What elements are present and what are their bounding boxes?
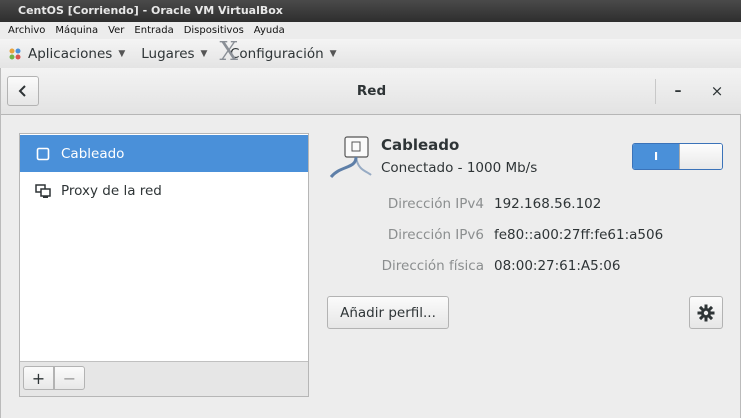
gnome-top-panel: Aplicaciones ▼ Lugares ▼ X Configuración…: [0, 37, 741, 69]
places-label: Lugares: [141, 45, 195, 62]
applications-menu[interactable]: Aplicaciones ▼: [0, 46, 125, 62]
gear-icon: [697, 304, 715, 321]
add-profile-button[interactable]: Añadir perfil...: [327, 296, 449, 329]
device-status: Conectado - 1000 Mb/s: [381, 160, 538, 176]
settings-label: Configuración: [229, 45, 324, 62]
window-title: Red: [356, 83, 387, 99]
toggle-knob: [679, 144, 722, 169]
sidebar-item-proxy[interactable]: Proxy de la red: [20, 172, 308, 209]
ethernet-cable-icon: [329, 136, 372, 179]
menu-maquina[interactable]: Máquina: [55, 25, 98, 36]
wired-network-icon: [35, 146, 51, 162]
menu-ver[interactable]: Ver: [108, 25, 124, 36]
mac-address-value: 08:00:27:61:A5:06: [494, 258, 621, 274]
sidebar-item-label: Proxy de la red: [61, 182, 162, 199]
menu-entrada[interactable]: Entrada: [134, 25, 173, 36]
settings-app-menu[interactable]: X Configuración ▼: [219, 37, 337, 69]
menu-ayuda[interactable]: Ayuda: [254, 25, 285, 36]
ipv4-label: Dirección IPv4: [387, 196, 484, 212]
header-bar: Red – ×: [1, 68, 741, 115]
settings-button[interactable]: [689, 296, 723, 329]
connection-toggle[interactable]: I: [632, 143, 723, 170]
ipv6-value: fe80::a00:27ff:fe61:a506: [494, 227, 664, 243]
toggle-on-indicator: I: [633, 144, 679, 169]
sidebar-item-wired[interactable]: Cableado: [20, 135, 308, 172]
ipv4-value: 192.168.56.102: [494, 196, 602, 212]
chevron-down-icon: ▼: [200, 48, 208, 59]
x-logo-icon: X: [219, 36, 238, 67]
chevron-down-icon: ▼: [329, 48, 337, 59]
places-menu[interactable]: Lugares ▼: [141, 46, 207, 62]
sidebar-item-label: Cableado: [61, 145, 125, 162]
header-separator: [655, 79, 656, 104]
applications-icon: [8, 47, 22, 61]
applications-label: Aplicaciones: [28, 45, 113, 62]
virtualbox-menu-bar: Archivo Máquina Ver Entrada Dispositivos…: [0, 22, 741, 40]
virtualbox-title: CentOS [Corriendo] - Oracle VM VirtualBo…: [18, 4, 283, 17]
network-device-list: Cableado Proxy de la red + −: [19, 133, 309, 397]
virtualbox-title-bar: CentOS [Corriendo] - Oracle VM VirtualBo…: [0, 0, 741, 22]
network-proxy-icon: [35, 183, 51, 199]
menu-dispositivos[interactable]: Dispositivos: [184, 25, 244, 36]
minimize-button[interactable]: –: [667, 80, 689, 102]
remove-connection-button[interactable]: −: [54, 366, 85, 390]
ipv6-label: Dirección IPv6: [387, 227, 484, 243]
menu-archivo[interactable]: Archivo: [8, 25, 45, 36]
mac-address-label: Dirección física: [381, 258, 484, 274]
device-name: Cableado: [381, 136, 460, 154]
sidebar-toolbar: + −: [20, 361, 308, 396]
chevron-left-icon: [18, 85, 26, 97]
close-button[interactable]: ×: [706, 80, 728, 102]
network-settings-window: Red – × Cableado Proxy de la red + − Cab…: [0, 68, 741, 418]
back-button[interactable]: [7, 76, 39, 106]
add-connection-button[interactable]: +: [23, 366, 54, 390]
chevron-down-icon: ▼: [118, 48, 126, 59]
